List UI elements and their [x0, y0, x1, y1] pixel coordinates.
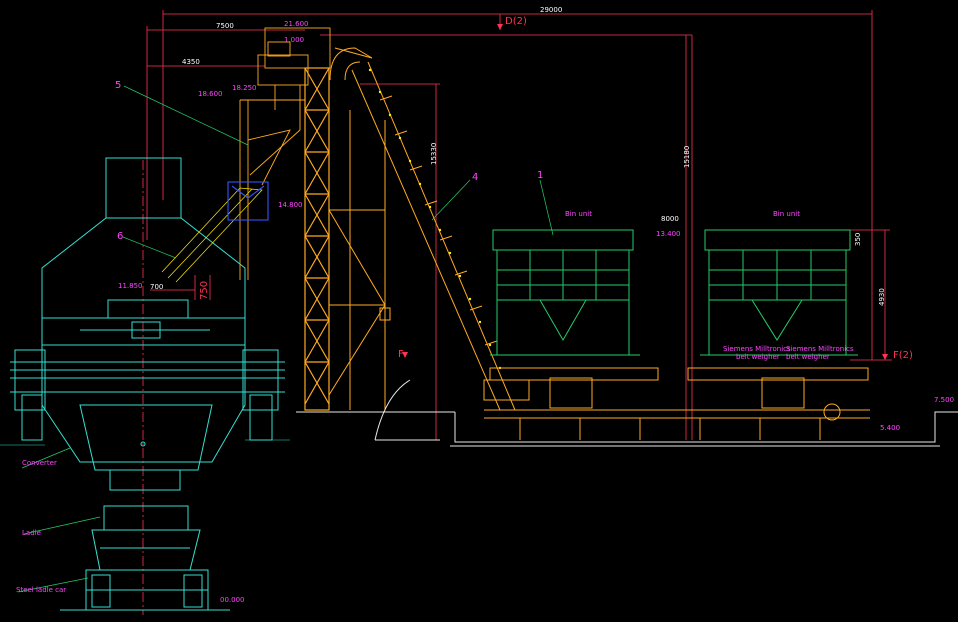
label-steel-ladle-car: Steel ladle car — [16, 586, 66, 594]
dim-15180: 15180 — [683, 146, 691, 168]
callout-1: 1 — [537, 170, 543, 181]
leader-lines — [17, 85, 554, 593]
elev-7500: 7.500 — [934, 396, 954, 404]
elev-18250: 18.250 — [232, 84, 257, 92]
callout-4: 4 — [472, 172, 478, 183]
section-mark-d2: D(2) — [505, 16, 527, 27]
dim-350: 350 — [854, 233, 862, 246]
bin-chute-5 — [239, 99, 301, 280]
lattice-tower — [304, 67, 330, 411]
cad-drawing-canvas: 29000 7500 4350 8000 700 15180 15330 493… — [0, 6, 958, 615]
dimension-arrows — [402, 24, 888, 360]
callout-5: 5 — [115, 80, 121, 91]
dim-7500: 7500 — [216, 22, 234, 30]
dim-overall: 29000 — [540, 6, 562, 14]
callout-6: 6 — [117, 231, 123, 242]
converter — [10, 157, 285, 611]
elev-0000: 00.000 — [220, 596, 245, 604]
dim-700: 700 — [150, 283, 163, 291]
elev-top-small: 21.600 — [284, 20, 309, 28]
elev-14800: 14.800 — [278, 201, 303, 209]
support-frame — [328, 110, 391, 410]
label-weigher-1b: belt weigher — [736, 353, 780, 361]
bin-unit-left — [490, 229, 640, 356]
conveyor-dots — [368, 68, 502, 370]
label-bin-unit-left: Bin unit — [565, 210, 592, 218]
label-ladle: Ladle — [22, 529, 41, 537]
label-weigher-1a: Siemens Milltronics — [723, 345, 791, 353]
inclined-belt-conveyor — [329, 47, 516, 411]
dimension-lines — [142, 10, 892, 615]
label-weigher-2b: belt weigher — [786, 353, 830, 361]
section-mark-f: F — [398, 349, 404, 360]
label-weigher-2a: Siemens Milltronics — [786, 345, 854, 353]
dim-8000: 8000 — [661, 215, 679, 223]
label-converter: Converter — [22, 459, 57, 467]
dim-750: 750 — [199, 281, 210, 300]
dim-15330: 15330 — [430, 143, 438, 165]
label-bin-unit-right: Bin unit — [773, 210, 800, 218]
elev-5400: 5.400 — [880, 424, 900, 432]
ground-lines — [296, 379, 958, 447]
section-mark-f2: F(2) — [893, 350, 913, 361]
elev-18600: 18.600 — [198, 90, 223, 98]
bin-unit-right — [700, 229, 858, 356]
elev-11850: 11.850 — [118, 282, 143, 290]
converter-feed-chute — [161, 187, 263, 283]
dim-4930: 4930 — [878, 288, 886, 306]
feeder-conveyors — [483, 367, 870, 440]
dim-4350: 4350 — [182, 58, 200, 66]
elev-13400: 13.400 — [656, 230, 681, 238]
elev-top-small2: 1.000 — [284, 36, 304, 44]
